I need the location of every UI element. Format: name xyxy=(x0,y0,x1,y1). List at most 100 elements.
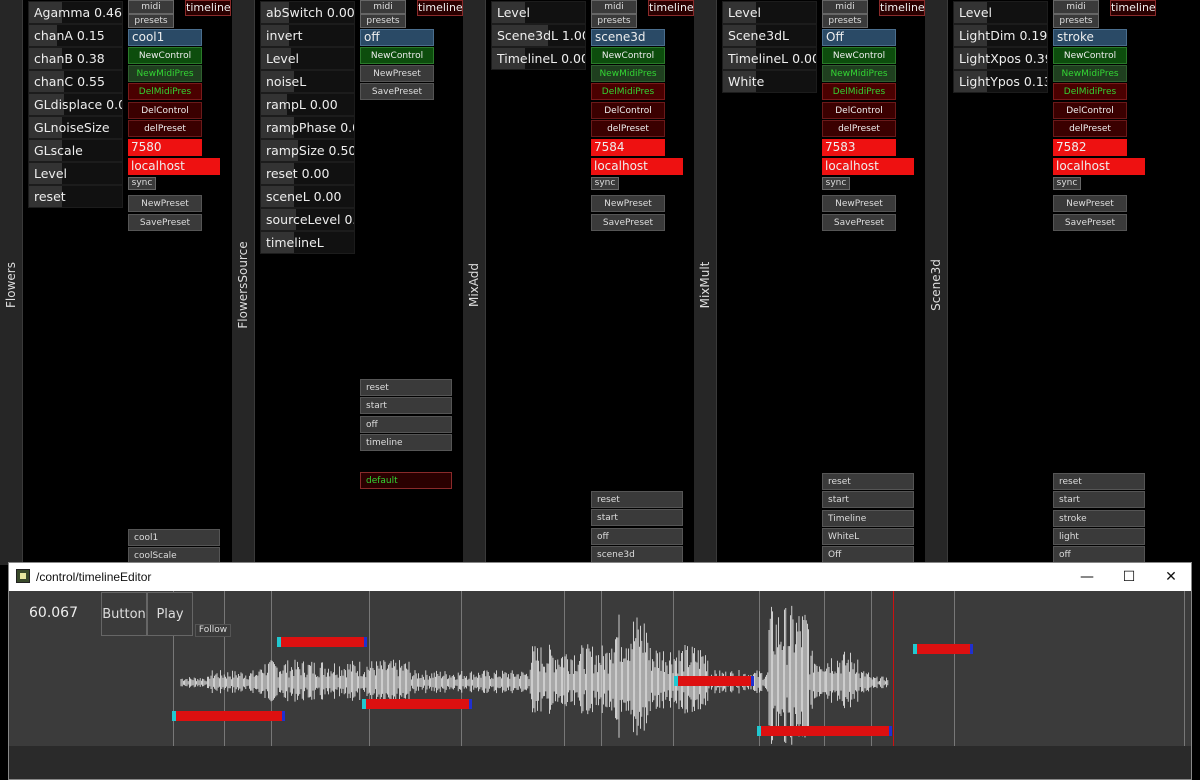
new-preset-button[interactable]: NewPreset xyxy=(591,195,665,212)
preset-selector[interactable]: stroke xyxy=(1053,29,1127,46)
new-control-button[interactable]: NewControl xyxy=(822,47,896,64)
follow-toggle[interactable]: Follow xyxy=(195,624,231,637)
clip-start-handle[interactable] xyxy=(674,676,678,686)
timeline-clip[interactable] xyxy=(674,676,754,686)
new-control-button[interactable]: NewControl xyxy=(591,47,665,64)
clip-start-handle[interactable] xyxy=(913,644,917,654)
close-icon[interactable]: ✕ xyxy=(1150,563,1191,591)
preset-list-item[interactable]: off xyxy=(360,415,452,433)
preset-list-item[interactable]: reset xyxy=(591,491,683,508)
port-field[interactable]: 7584 xyxy=(591,139,665,156)
presets-tab[interactable]: presets xyxy=(360,14,406,28)
del-midi-pres-button[interactable]: DelMidiPres xyxy=(822,83,896,100)
timeline-clip[interactable] xyxy=(277,637,367,647)
param-slider[interactable]: invert xyxy=(260,24,355,47)
midi-tab[interactable]: midi xyxy=(128,0,174,14)
timeline-tab[interactable]: timeline xyxy=(185,0,231,16)
save-preset-button[interactable]: SavePreset xyxy=(360,83,434,100)
preset-list-item[interactable]: off xyxy=(591,527,683,545)
preset-selector[interactable]: Off xyxy=(822,29,896,46)
del-midi-pres-button[interactable]: DelMidiPres xyxy=(128,83,202,100)
port-field[interactable]: 7580 xyxy=(128,139,202,156)
del-control-button[interactable]: DelControl xyxy=(822,102,896,119)
port-field[interactable]: 7583 xyxy=(822,139,896,156)
preset-list-item[interactable]: off xyxy=(1053,546,1145,564)
new-midi-pres-button[interactable]: NewMidiPres xyxy=(822,65,896,82)
save-preset-button[interactable]: SavePreset xyxy=(591,214,665,231)
clip-start-handle[interactable] xyxy=(172,711,176,721)
minimize-icon[interactable]: — xyxy=(1066,563,1108,591)
new-control-button[interactable]: NewControl xyxy=(1053,47,1127,64)
param-slider[interactable]: rampL 0.00 xyxy=(260,93,355,116)
clip-start-handle[interactable] xyxy=(362,699,366,709)
new-preset-button[interactable]: NewPreset xyxy=(128,195,202,212)
del-preset-button[interactable]: delPreset xyxy=(1053,120,1127,137)
param-slider[interactable]: LightXpos 0.39 xyxy=(953,47,1048,70)
param-slider[interactable]: chanC 0.55 xyxy=(28,70,123,93)
param-slider[interactable]: rampPhase 0.0 xyxy=(260,116,355,139)
timeline-tab[interactable]: timeline xyxy=(1110,0,1156,16)
param-slider[interactable]: Level xyxy=(491,1,586,24)
del-midi-pres-button[interactable]: DelMidiPres xyxy=(1053,83,1127,100)
save-preset-button[interactable]: SavePreset xyxy=(1053,214,1127,231)
clip-end-handle[interactable] xyxy=(364,637,367,647)
save-preset-button[interactable]: SavePreset xyxy=(822,214,896,231)
preset-selector[interactable]: scene3d xyxy=(591,29,665,46)
preset-list-item[interactable]: Timeline xyxy=(822,509,914,527)
new-midi-pres-button[interactable]: NewMidiPres xyxy=(591,65,665,82)
save-preset-button[interactable]: SavePreset xyxy=(128,214,202,231)
preset-list-item[interactable]: start xyxy=(822,491,914,509)
timeline-tab[interactable]: timeline xyxy=(648,0,694,16)
new-preset-button[interactable]: NewPreset xyxy=(1053,195,1127,212)
param-slider[interactable]: sceneL 0.00 xyxy=(260,185,355,208)
sync-button[interactable]: sync xyxy=(1053,177,1081,190)
play-button[interactable]: Play xyxy=(147,592,193,636)
host-field[interactable]: localhost xyxy=(1053,158,1145,175)
title-bar[interactable]: /control/timelineEditor — ☐ ✕ xyxy=(9,563,1191,591)
del-preset-button[interactable]: delPreset xyxy=(128,120,202,137)
param-slider[interactable]: abSwitch 0.00 xyxy=(260,1,355,24)
panel-tab-scene3d[interactable]: Scene3d xyxy=(925,0,948,565)
host-field[interactable]: localhost xyxy=(128,158,220,175)
preset-list-item[interactable]: start xyxy=(591,509,683,527)
timeline-clip[interactable] xyxy=(172,711,285,721)
presets-tab[interactable]: presets xyxy=(128,14,174,28)
del-preset-button[interactable]: delPreset xyxy=(591,120,665,137)
preset-list-item[interactable]: light xyxy=(1053,527,1145,545)
new-midi-pres-button[interactable]: NewMidiPres xyxy=(1053,65,1127,82)
port-field[interactable]: 7582 xyxy=(1053,139,1127,156)
button-button[interactable]: Button xyxy=(101,592,147,636)
preset-list-item[interactable]: WhiteL xyxy=(822,527,914,545)
preset-list-item[interactable]: start xyxy=(360,397,452,415)
param-slider[interactable]: LightYpos 0.13 xyxy=(953,70,1048,93)
param-slider[interactable]: Agamma 0.46 xyxy=(28,1,123,24)
preset-selector[interactable]: off xyxy=(360,29,434,46)
preset-list-item[interactable]: reset xyxy=(360,379,452,396)
del-control-button[interactable]: DelControl xyxy=(591,102,665,119)
preset-list-item[interactable]: start xyxy=(1053,491,1145,509)
param-slider[interactable]: LightDim 0.19 xyxy=(953,24,1048,47)
param-slider[interactable]: Level xyxy=(28,162,123,185)
param-slider[interactable]: chanA 0.15 xyxy=(28,24,123,47)
timeline-tab[interactable]: timeline xyxy=(417,0,463,16)
param-slider[interactable]: TimelineL 0.00 xyxy=(491,47,586,70)
del-preset-button[interactable]: delPreset xyxy=(822,120,896,137)
clip-end-handle[interactable] xyxy=(970,644,973,654)
param-slider[interactable]: Scene3dL xyxy=(722,24,817,47)
preset-list-item[interactable]: reset xyxy=(1053,473,1145,490)
param-slider[interactable]: Level xyxy=(260,47,355,70)
preset-list-item[interactable]: stroke xyxy=(1053,509,1145,527)
clip-start-handle[interactable] xyxy=(757,726,761,736)
presets-tab[interactable]: presets xyxy=(822,14,868,28)
new-control-button[interactable]: NewControl xyxy=(360,47,434,64)
param-slider[interactable]: reset xyxy=(28,185,123,208)
clip-end-handle[interactable] xyxy=(469,699,472,709)
preset-list-item[interactable]: Off xyxy=(822,546,914,564)
timeline-tab[interactable]: timeline xyxy=(879,0,925,16)
param-slider[interactable]: Level xyxy=(722,1,817,24)
midi-tab[interactable]: midi xyxy=(1053,0,1099,14)
del-control-button[interactable]: DelControl xyxy=(128,102,202,119)
param-slider[interactable]: timelineL xyxy=(260,231,355,254)
preset-list-item[interactable]: scene3d xyxy=(591,545,683,563)
timeline-clip[interactable] xyxy=(913,644,973,654)
